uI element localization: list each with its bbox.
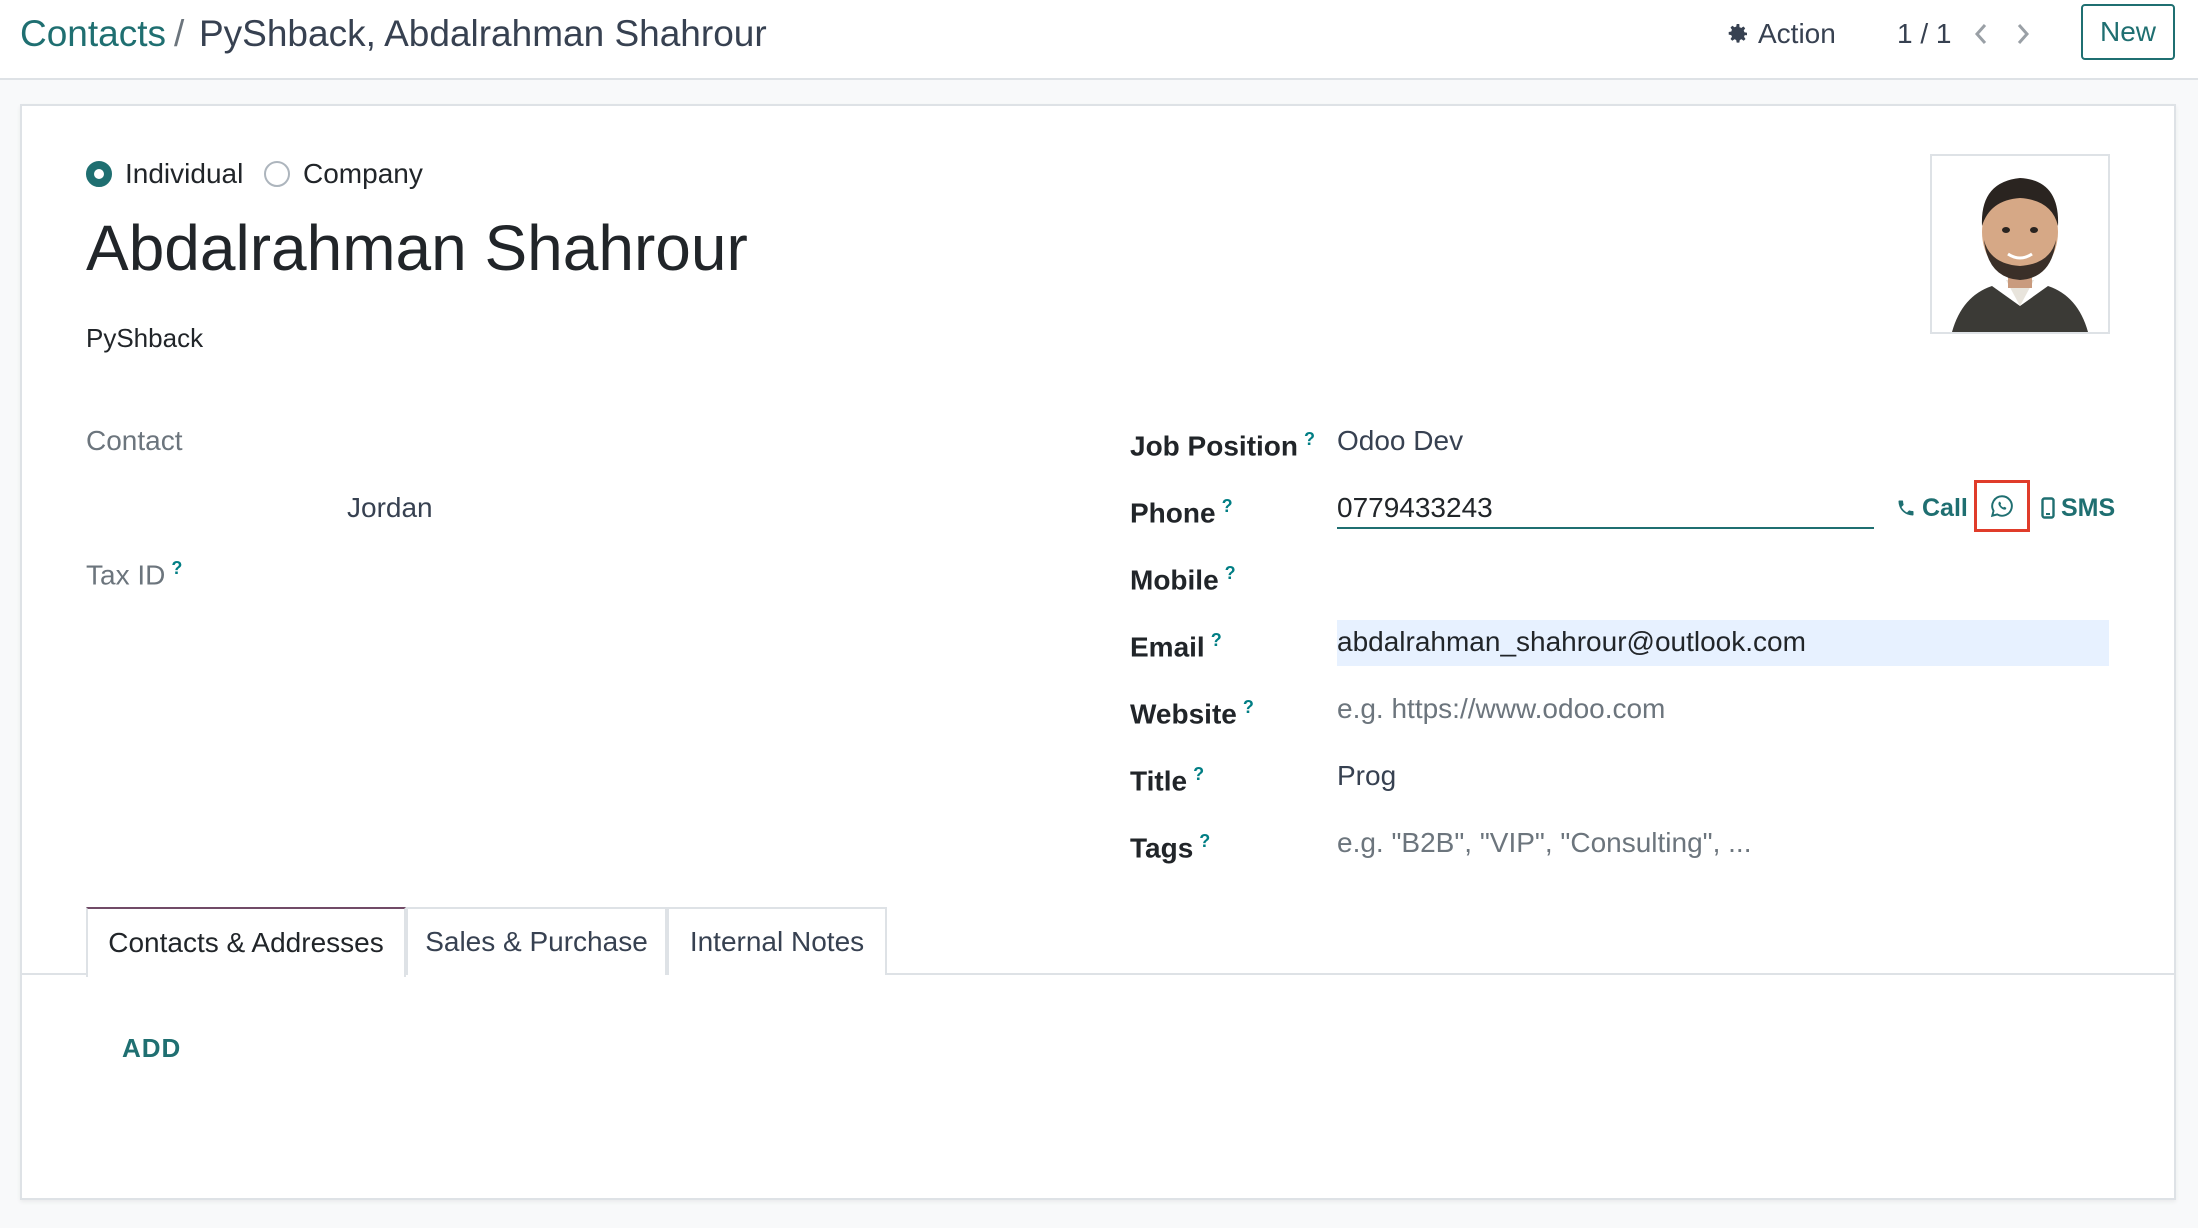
job-position-help-icon[interactable]: ? xyxy=(1304,429,1315,449)
phone-label-text: Phone xyxy=(1130,497,1216,529)
sms-button[interactable]: SMS xyxy=(2041,490,2115,526)
action-button[interactable]: Action xyxy=(1726,14,1836,54)
mobile-label-text: Mobile xyxy=(1130,564,1219,596)
email-help-icon[interactable]: ? xyxy=(1211,630,1222,650)
pager-value[interactable]: 1 / 1 xyxy=(1897,14,1951,54)
breadcrumb-contacts-link[interactable]: Contacts xyxy=(20,10,166,58)
whatsapp-button[interactable] xyxy=(1974,480,2030,532)
whatsapp-icon xyxy=(1990,495,2013,518)
job-position-field[interactable]: Odoo Dev xyxy=(1337,423,1463,459)
tax-id-help-icon[interactable]: ? xyxy=(171,558,182,578)
chevron-right-icon xyxy=(2017,24,2030,44)
phone-label: Phone? xyxy=(1130,488,1233,531)
add-contact-button[interactable]: ADD xyxy=(122,1030,181,1066)
breadcrumb-current: PyShback, Abdalrahman Shahrour xyxy=(199,13,767,54)
sms-label: SMS xyxy=(2061,493,2116,522)
avatar[interactable] xyxy=(1930,154,2110,334)
tax-id-label: Tax ID? xyxy=(86,550,182,593)
chevron-left-icon xyxy=(1974,24,1987,44)
new-button[interactable]: New xyxy=(2081,4,2175,60)
pager-next-button[interactable] xyxy=(2008,14,2038,54)
phone-field-underline xyxy=(1337,527,1874,529)
company-radio-label[interactable]: Company xyxy=(303,156,423,192)
tax-id-label-text: Tax ID xyxy=(86,559,166,591)
tab-sales-purchase[interactable]: Sales & Purchase xyxy=(406,907,667,975)
website-field[interactable]: e.g. https://www.odoo.com xyxy=(1337,691,1665,727)
phone-field[interactable]: 0779433243 xyxy=(1337,490,1493,526)
individual-radio-label[interactable]: Individual xyxy=(125,156,243,192)
email-label-text: Email xyxy=(1130,631,1205,663)
email-label: Email? xyxy=(1130,622,1222,665)
contact-address-label: Contact xyxy=(86,425,183,456)
title-help-icon[interactable]: ? xyxy=(1193,764,1204,784)
email-field[interactable]: abdalrahman_shahrour@outlook.com xyxy=(1337,624,1806,660)
contact-name-field[interactable]: Abdalrahman Shahrour xyxy=(86,208,748,288)
country-field[interactable]: Jordan xyxy=(347,490,433,526)
company-name-field[interactable]: PyShback xyxy=(86,320,203,356)
tags-field[interactable]: e.g. "B2B", "VIP", "Consulting", ... xyxy=(1337,825,1752,861)
title-label-text: Title xyxy=(1130,765,1188,797)
tab-contacts-addresses[interactable]: Contacts & Addresses xyxy=(86,907,406,977)
gear-icon xyxy=(1728,24,1747,43)
call-label: Call xyxy=(1922,493,1968,522)
title-field[interactable]: Prog xyxy=(1337,758,1396,794)
website-label-text: Website xyxy=(1130,698,1237,730)
tags-help-icon[interactable]: ? xyxy=(1199,831,1210,851)
mobile-label: Mobile? xyxy=(1130,555,1236,598)
job-position-label: Job Position? xyxy=(1130,421,1315,464)
website-label: Website? xyxy=(1130,689,1254,732)
mobile-help-icon[interactable]: ? xyxy=(1225,563,1236,583)
phone-help-icon[interactable]: ? xyxy=(1222,496,1233,516)
website-help-icon[interactable]: ? xyxy=(1243,697,1254,717)
profile-photo xyxy=(1932,156,2108,332)
control-panel: Contacts / PyShback, Abdalrahman Shahrou… xyxy=(0,0,2198,80)
phone-icon xyxy=(1898,500,1914,516)
tags-label: Tags? xyxy=(1130,823,1210,866)
job-position-label-text: Job Position xyxy=(1130,430,1298,462)
title-label: Title? xyxy=(1130,756,1204,799)
tags-label-text: Tags xyxy=(1130,832,1194,864)
tab-internal-notes[interactable]: Internal Notes xyxy=(667,907,887,975)
action-label: Action xyxy=(1758,18,1836,49)
company-radio[interactable] xyxy=(264,161,290,187)
breadcrumb-separator: / xyxy=(174,13,185,54)
individual-radio[interactable] xyxy=(86,161,112,187)
call-button[interactable]: Call xyxy=(1896,490,1968,526)
mobile-icon xyxy=(2041,497,2055,519)
pager-previous-button[interactable] xyxy=(1966,14,1996,54)
